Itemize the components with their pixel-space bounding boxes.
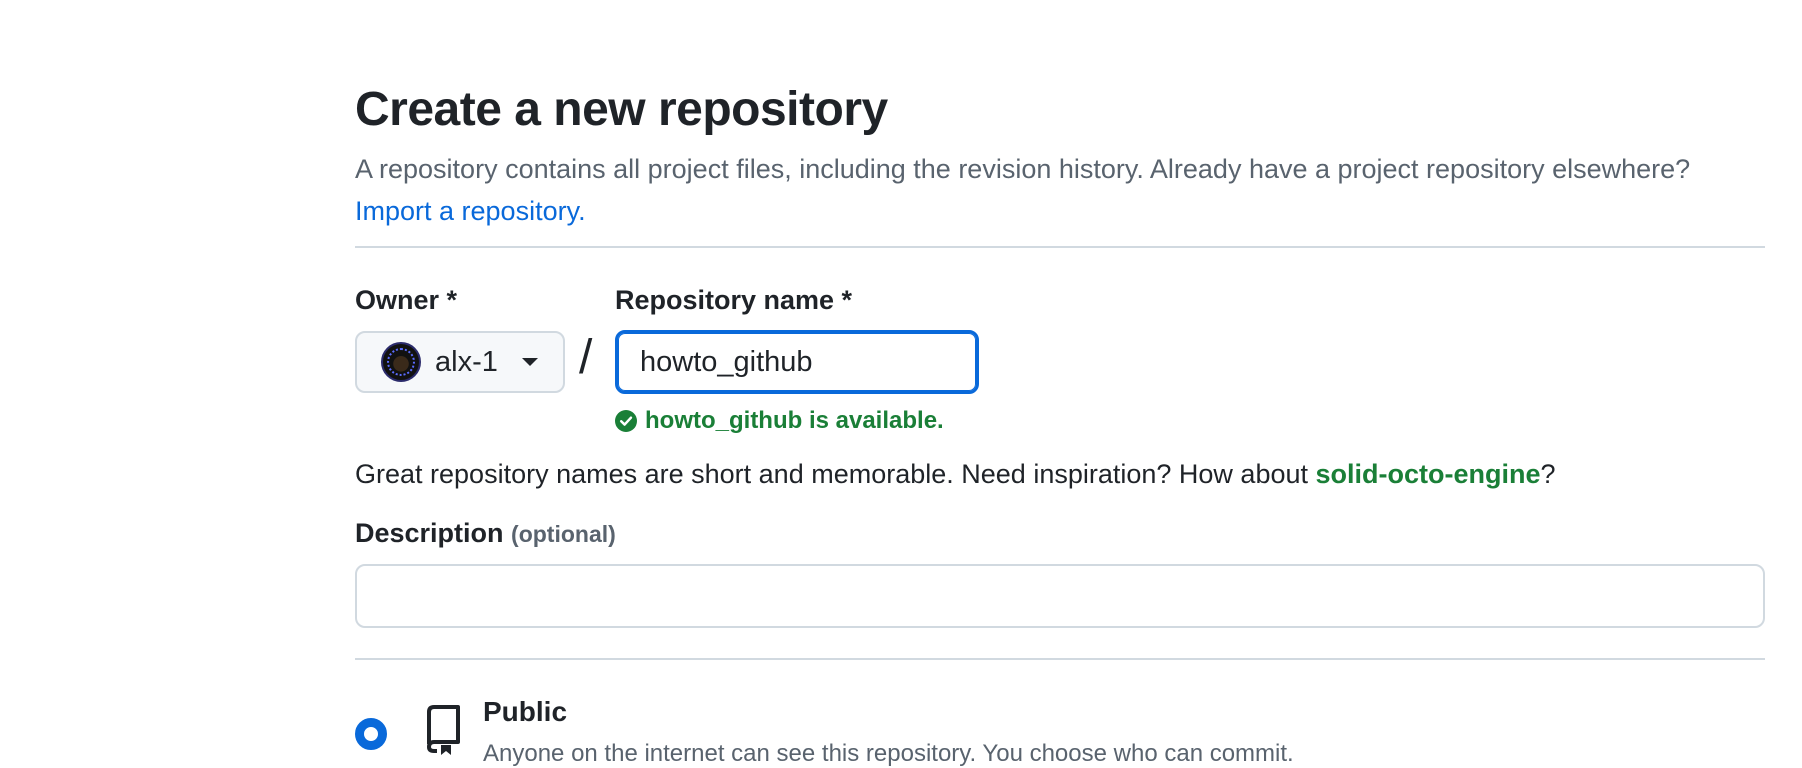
section-divider: [355, 658, 1765, 660]
repo-icon: [427, 705, 460, 755]
availability-message: howto_github is available.: [615, 407, 944, 435]
optional-tag: (optional): [511, 521, 616, 547]
owner-label: Owner *: [355, 285, 458, 315]
import-repository-link[interactable]: Import a repository.: [355, 196, 586, 226]
avatar: [381, 342, 421, 382]
owner-dropdown[interactable]: alx-1: [355, 331, 565, 393]
hint-suffix: ?: [1540, 459, 1556, 489]
public-option-title: Public: [483, 696, 568, 727]
page-subtitle: A repository contains all project files,…: [355, 148, 1755, 232]
description-input[interactable]: [355, 564, 1765, 628]
suggested-name-link[interactable]: solid-octo-engine: [1316, 459, 1541, 489]
check-circle-icon: [615, 410, 637, 432]
availability-text: howto_github is available.: [645, 407, 944, 434]
hint-text: Great repository names are short and mem…: [355, 459, 1308, 489]
subtitle-text: A repository contains all project files,…: [355, 154, 1691, 184]
owner-repo-separator: /: [579, 331, 593, 384]
caret-down-icon: [521, 358, 538, 366]
page-title: Create a new repository: [355, 83, 888, 136]
owner-name: alx-1: [435, 345, 498, 378]
repository-name-label: Repository name *: [615, 285, 853, 315]
name-suggestion-hint: Great repository names are short and mem…: [355, 459, 1556, 490]
description-label-text: Description: [355, 518, 504, 548]
public-option-description: Anyone on the internet can see this repo…: [483, 740, 1294, 767]
description-label: Description (optional): [355, 518, 616, 549]
public-radio[interactable]: [355, 718, 387, 750]
repository-name-input[interactable]: [615, 330, 979, 394]
section-divider: [355, 246, 1765, 248]
